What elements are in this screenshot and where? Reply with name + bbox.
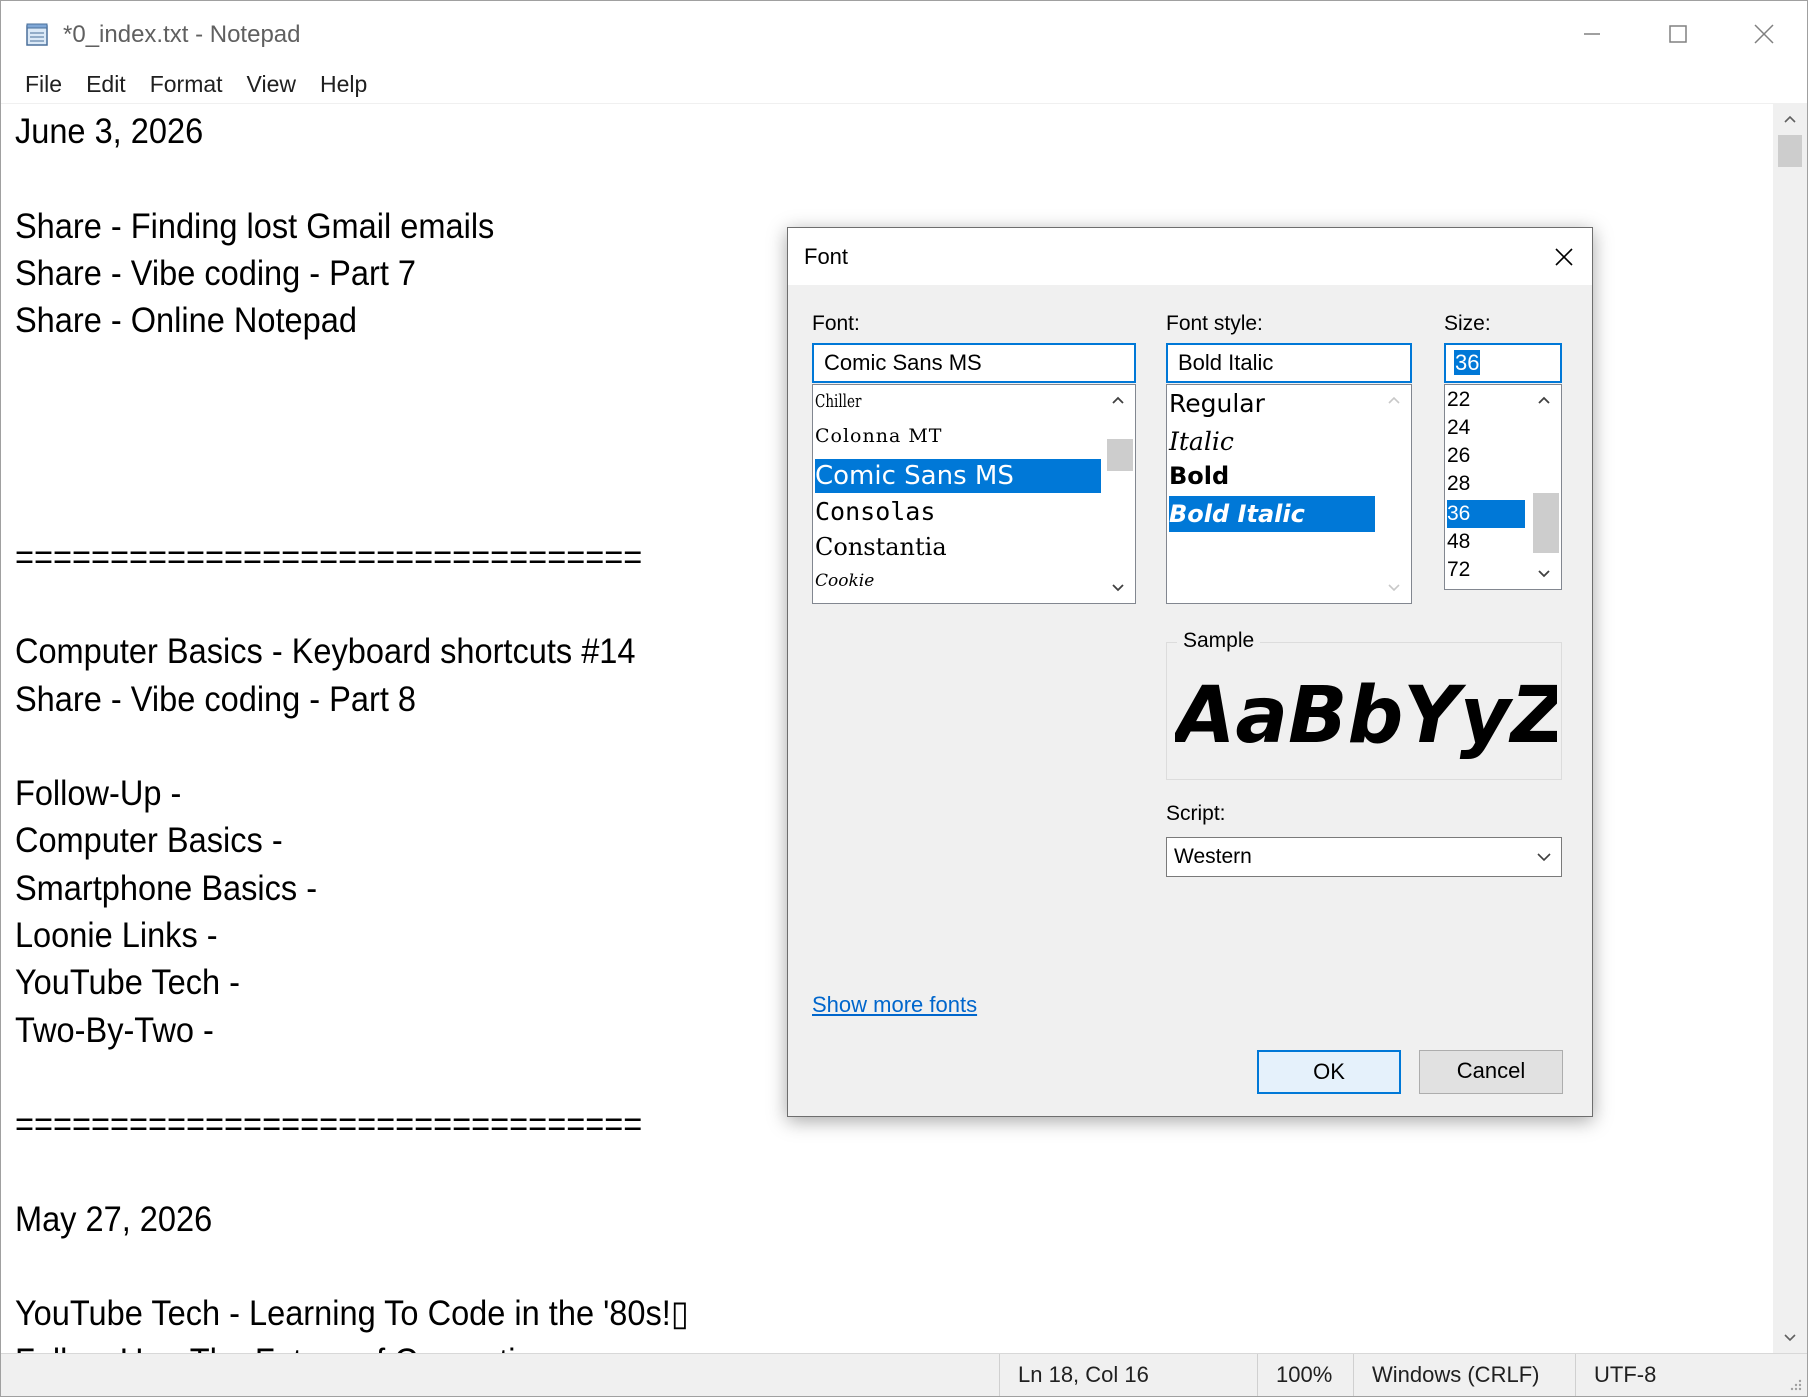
font-option[interactable]: Chiller — [815, 391, 861, 412]
font-dialog: Font Font: Comic Sans MS Chiller Colonna… — [787, 227, 1593, 1117]
chevron-down-icon — [1537, 853, 1551, 862]
editor-line: June 3, 2026 — [14, 112, 204, 151]
cancel-button[interactable]: Cancel — [1419, 1050, 1563, 1094]
size-option[interactable]: 22 — [1447, 387, 1470, 413]
font-list-scroll-up[interactable] — [1101, 385, 1135, 415]
chevron-up-icon — [1784, 115, 1796, 123]
style-option-selected[interactable]: Bold Italic — [1169, 496, 1375, 532]
dialog-title-bar[interactable]: Font — [788, 228, 1592, 285]
sample-preview: AaBbYyZz — [1175, 671, 1557, 761]
scroll-up-button[interactable] — [1773, 103, 1807, 135]
scroll-thumb[interactable] — [1778, 135, 1802, 167]
script-label: Script: — [1166, 802, 1226, 825]
minimize-icon — [1584, 33, 1600, 35]
ok-button[interactable]: OK — [1257, 1050, 1401, 1094]
editor-line: YouTube Tech - Learning To Code in the '… — [14, 1294, 689, 1334]
window-title: *0_index.txt - Notepad — [63, 21, 301, 48]
status-encoding: UTF-8 — [1575, 1354, 1754, 1396]
sample-label: Sample — [1177, 629, 1261, 653]
sample-group: Sample AaBbYyZz — [1166, 629, 1562, 780]
style-option[interactable]: Italic — [1169, 427, 1234, 456]
size-option[interactable]: 72 — [1447, 557, 1470, 583]
scroll-down-button[interactable] — [1773, 1322, 1807, 1354]
menu-view[interactable]: View — [235, 67, 308, 101]
size-option[interactable]: 48 — [1447, 529, 1470, 555]
editor-line: May 27, 2026 — [14, 1199, 213, 1239]
menu-edit[interactable]: Edit — [74, 67, 138, 101]
font-style-input[interactable]: Bold Italic — [1166, 343, 1412, 383]
status-line-ending: Windows (CRLF) — [1353, 1354, 1582, 1396]
size-option[interactable]: 26 — [1447, 443, 1470, 469]
chevron-down-icon — [1112, 584, 1124, 592]
size-option[interactable]: 24 — [1447, 415, 1470, 441]
menu-help[interactable]: Help — [308, 67, 379, 101]
chevron-down-icon — [1388, 584, 1400, 592]
chevron-up-icon — [1112, 396, 1124, 404]
font-option-selected[interactable]: Comic Sans MS — [815, 459, 1101, 493]
font-name-input[interactable]: Comic Sans MS — [812, 343, 1136, 383]
maximize-icon — [1669, 25, 1687, 43]
style-list-scroll-down[interactable] — [1377, 573, 1411, 603]
menu-format[interactable]: Format — [138, 67, 235, 101]
font-list[interactable]: Chiller Colonna MT Comic Sans MS Consola… — [812, 384, 1136, 604]
editor-line: Follow-Up - The Future of Computing — [1, 1338, 1649, 1354]
title-bar[interactable]: *0_index.txt - Notepad — [1, 1, 1807, 67]
size-input-value: 36 — [1454, 350, 1481, 375]
font-list-scroll-thumb[interactable] — [1107, 439, 1133, 471]
font-list-scroll-down[interactable] — [1101, 573, 1135, 603]
size-input[interactable]: 36 — [1444, 343, 1562, 383]
notepad-icon — [25, 23, 51, 47]
status-bar: Ln 18, Col 16 100% Windows (CRLF) UTF-8 — [1, 1353, 1807, 1396]
resize-grip-icon[interactable] — [1787, 1376, 1803, 1392]
status-position: Ln 18, Col 16 — [999, 1354, 1258, 1396]
chevron-up-icon — [1538, 396, 1550, 404]
notepad-window: *0_index.txt - Notepad File Edit Format … — [0, 0, 1808, 1397]
font-list-scrollbar[interactable] — [1101, 385, 1135, 603]
style-list-scrollbar[interactable] — [1377, 385, 1411, 603]
size-label: Size: — [1444, 312, 1491, 335]
font-option[interactable]: Cookie — [815, 571, 874, 591]
minimize-button[interactable] — [1549, 1, 1635, 67]
chevron-down-icon — [1538, 570, 1550, 578]
font-label: Font: — [812, 312, 860, 335]
style-option[interactable]: Bold — [1169, 462, 1229, 490]
menu-bar: File Edit Format View Help — [1, 67, 1807, 101]
chevron-up-icon — [1388, 396, 1400, 404]
font-option[interactable]: Constantia — [815, 533, 947, 561]
close-button[interactable] — [1721, 1, 1807, 67]
font-option[interactable]: Colonna MT — [815, 425, 942, 447]
maximize-button[interactable] — [1635, 1, 1721, 67]
font-style-label: Font style: — [1166, 312, 1263, 335]
menu-file[interactable]: File — [13, 67, 74, 101]
size-option-selected[interactable]: 36 — [1447, 500, 1525, 528]
size-list[interactable]: 22 24 26 28 36 48 72 — [1444, 384, 1562, 590]
script-dropdown[interactable]: Western — [1166, 837, 1562, 877]
dialog-title: Font — [804, 244, 849, 269]
dialog-close-button[interactable] — [1536, 228, 1592, 285]
size-list-scroll-thumb[interactable] — [1533, 493, 1559, 553]
font-style-list[interactable]: Regular Italic Bold Bold Italic — [1166, 384, 1412, 604]
vertical-scrollbar[interactable] — [1773, 103, 1807, 1354]
close-icon — [1754, 24, 1774, 44]
style-option[interactable]: Regular — [1169, 389, 1265, 418]
font-option[interactable]: Consolas — [815, 497, 935, 526]
size-list-scroll-up[interactable] — [1527, 385, 1561, 415]
script-value: Western — [1174, 845, 1252, 868]
size-list-scroll-down[interactable] — [1527, 559, 1561, 589]
size-option[interactable]: 28 — [1447, 471, 1470, 497]
style-list-scroll-up[interactable] — [1377, 385, 1411, 415]
size-list-scrollbar[interactable] — [1527, 385, 1561, 589]
show-more-fonts-link[interactable]: Show more fonts — [812, 992, 977, 1018]
close-icon — [1555, 247, 1573, 266]
chevron-down-icon — [1784, 1334, 1796, 1342]
